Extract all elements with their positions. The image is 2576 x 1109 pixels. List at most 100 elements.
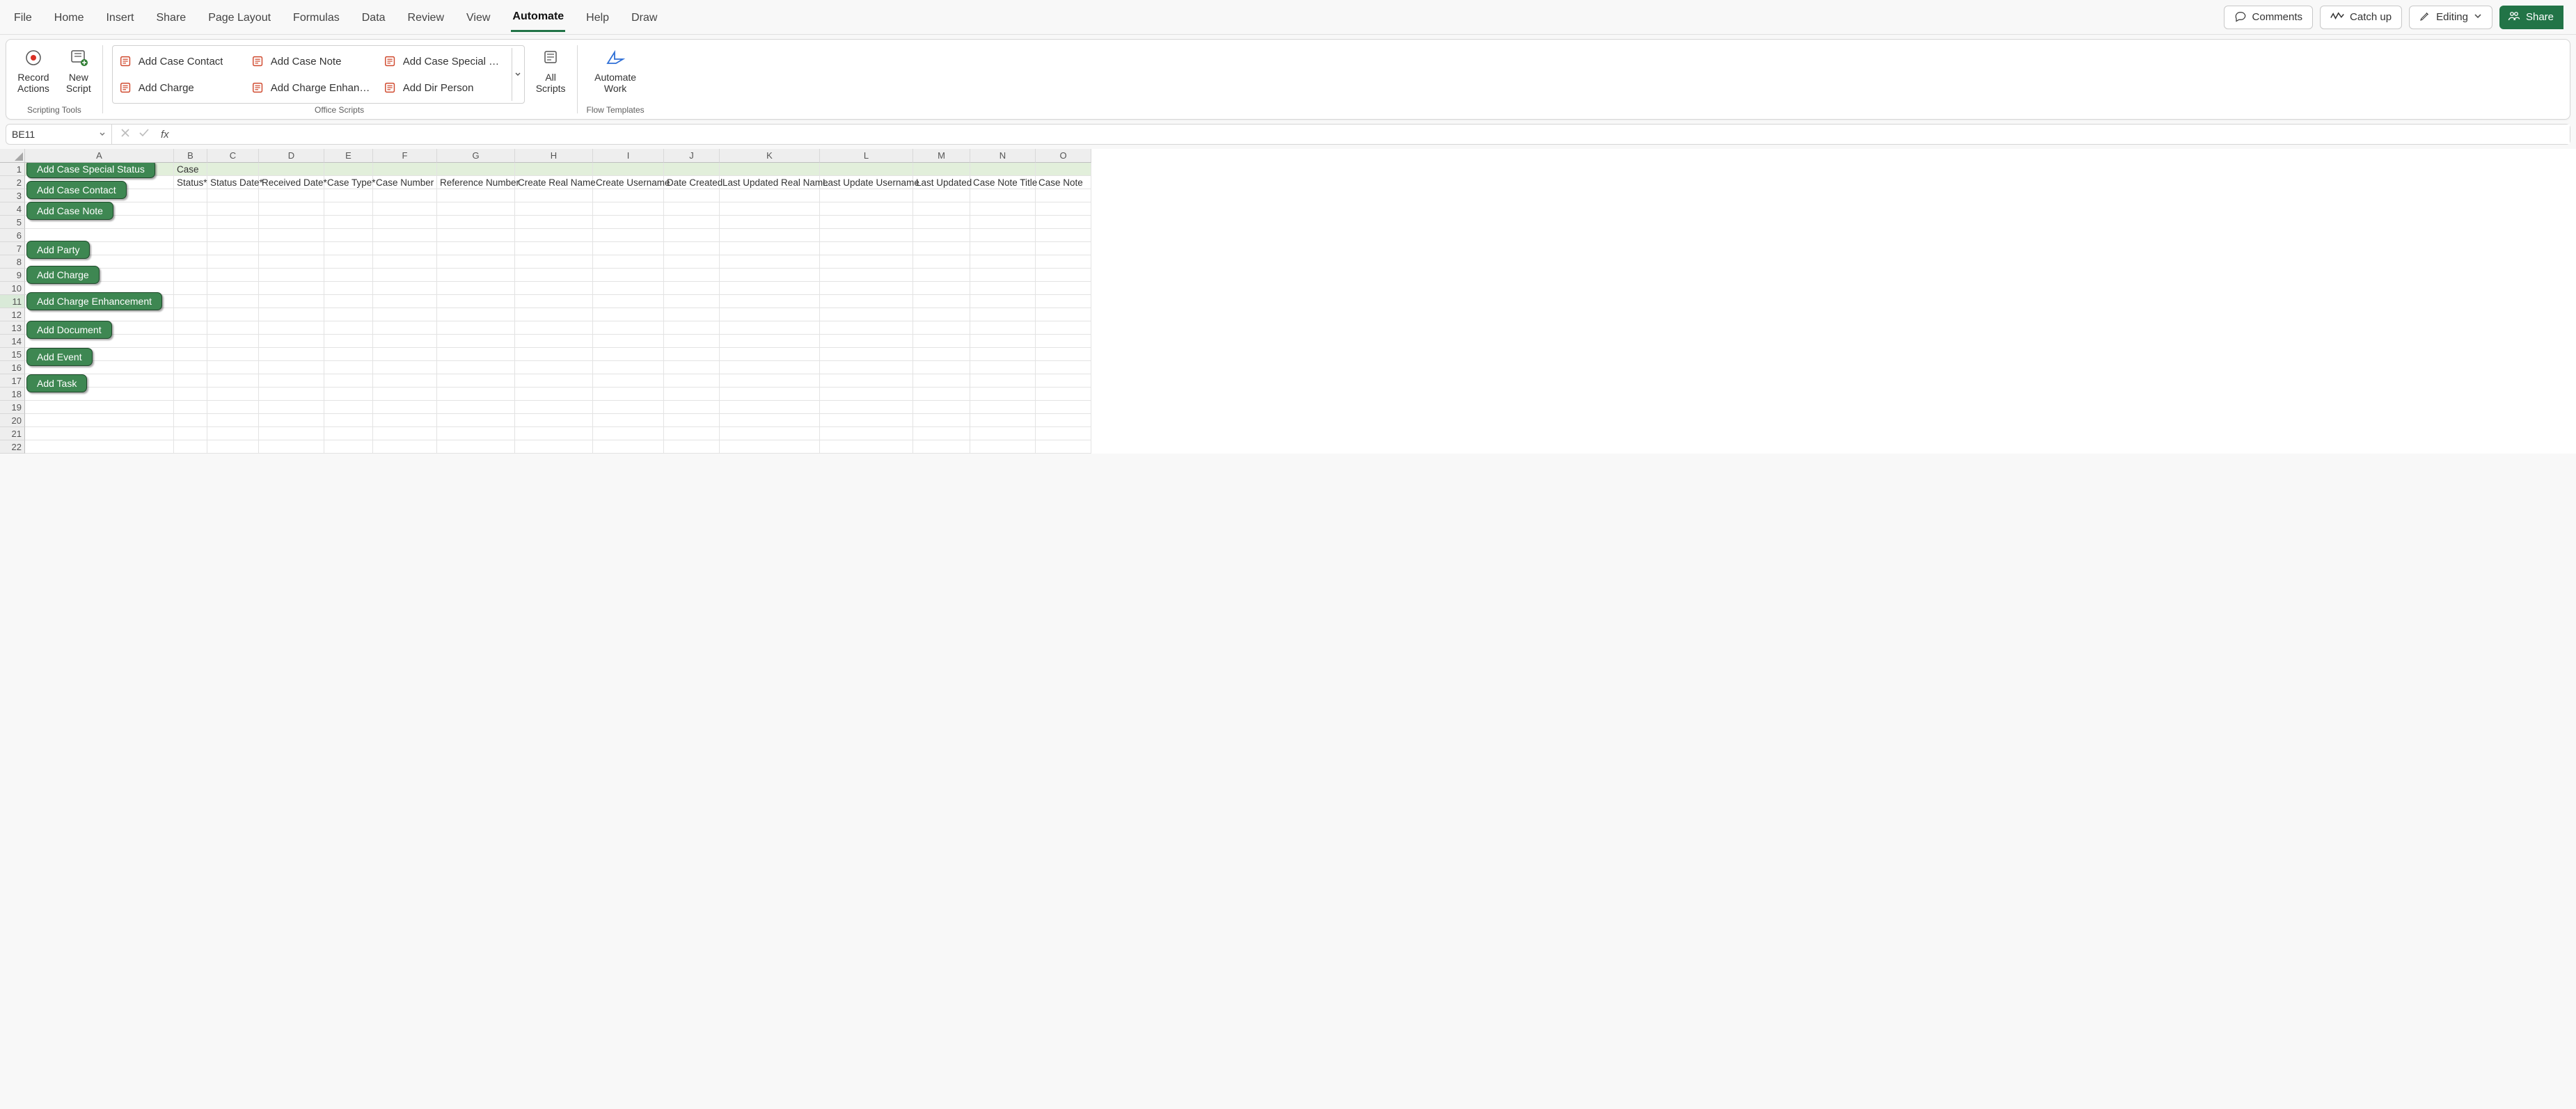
cell-I2[interactable]: Create Username	[593, 176, 664, 189]
tab-insert[interactable]: Insert	[104, 3, 135, 31]
tab-file[interactable]: File	[13, 3, 33, 31]
cell-K1[interactable]	[720, 163, 820, 176]
macro-button-add-charge[interactable]: Add Charge	[26, 266, 100, 284]
cell-J19[interactable]	[664, 401, 720, 414]
cell-C4[interactable]	[207, 202, 259, 216]
cell-O15[interactable]	[1036, 348, 1091, 361]
col-header-A[interactable]: A	[25, 149, 174, 163]
cell-N16[interactable]	[970, 361, 1036, 374]
cell-M20[interactable]	[913, 414, 970, 427]
cell-A21[interactable]	[25, 427, 174, 440]
cell-H19[interactable]	[515, 401, 593, 414]
cell-O6[interactable]	[1036, 229, 1091, 242]
row-header-20[interactable]: 20	[0, 414, 25, 427]
tab-home[interactable]: Home	[53, 3, 86, 31]
cell-M6[interactable]	[913, 229, 970, 242]
cell-I3[interactable]	[593, 189, 664, 202]
cell-E19[interactable]	[324, 401, 373, 414]
cancel-icon[interactable]	[120, 128, 130, 141]
col-header-F[interactable]: F	[373, 149, 437, 163]
cell-H10[interactable]	[515, 282, 593, 295]
cell-G14[interactable]	[437, 335, 515, 348]
cell-D4[interactable]	[259, 202, 324, 216]
cell-K8[interactable]	[720, 255, 820, 269]
cell-H20[interactable]	[515, 414, 593, 427]
cell-F18[interactable]	[373, 388, 437, 401]
cell-I8[interactable]	[593, 255, 664, 269]
cell-C20[interactable]	[207, 414, 259, 427]
cell-E11[interactable]	[324, 295, 373, 308]
cell-D9[interactable]	[259, 269, 324, 282]
cell-M15[interactable]	[913, 348, 970, 361]
cell-G7[interactable]	[437, 242, 515, 255]
cell-B2[interactable]: Status*	[174, 176, 207, 189]
cell-O11[interactable]	[1036, 295, 1091, 308]
col-header-B[interactable]: B	[174, 149, 207, 163]
cell-J17[interactable]	[664, 374, 720, 388]
cell-G12[interactable]	[437, 308, 515, 321]
cell-I20[interactable]	[593, 414, 664, 427]
cell-D17[interactable]	[259, 374, 324, 388]
cell-K2[interactable]: Last Updated Real Name	[720, 176, 820, 189]
cell-B5[interactable]	[174, 216, 207, 229]
cell-B22[interactable]	[174, 440, 207, 454]
cell-F20[interactable]	[373, 414, 437, 427]
cell-C2[interactable]: Status Date*	[207, 176, 259, 189]
cell-O9[interactable]	[1036, 269, 1091, 282]
cell-N1[interactable]	[970, 163, 1036, 176]
select-all-corner[interactable]	[0, 149, 25, 163]
cell-G1[interactable]	[437, 163, 515, 176]
row-header-18[interactable]: 18	[0, 388, 25, 401]
macro-button-add-case-contact[interactable]: Add Case Contact	[26, 181, 127, 199]
cell-B7[interactable]	[174, 242, 207, 255]
macro-button-add-event[interactable]: Add Event	[26, 348, 93, 366]
cell-L21[interactable]	[820, 427, 913, 440]
cell-H6[interactable]	[515, 229, 593, 242]
cell-B20[interactable]	[174, 414, 207, 427]
cell-O8[interactable]	[1036, 255, 1091, 269]
gallery-expand-button[interactable]	[512, 48, 524, 101]
cell-K20[interactable]	[720, 414, 820, 427]
cell-C10[interactable]	[207, 282, 259, 295]
cell-N12[interactable]	[970, 308, 1036, 321]
cell-K12[interactable]	[720, 308, 820, 321]
cell-M12[interactable]	[913, 308, 970, 321]
cell-J11[interactable]	[664, 295, 720, 308]
cell-J18[interactable]	[664, 388, 720, 401]
cell-K4[interactable]	[720, 202, 820, 216]
cell-D11[interactable]	[259, 295, 324, 308]
macro-button-add-party[interactable]: Add Party	[26, 241, 90, 259]
cell-D5[interactable]	[259, 216, 324, 229]
fx-icon[interactable]: fx	[161, 129, 169, 141]
cell-K5[interactable]	[720, 216, 820, 229]
row-header-6[interactable]: 6	[0, 229, 25, 242]
cell-G15[interactable]	[437, 348, 515, 361]
cell-D6[interactable]	[259, 229, 324, 242]
cell-D14[interactable]	[259, 335, 324, 348]
cell-H12[interactable]	[515, 308, 593, 321]
cell-D2[interactable]: Received Date*	[259, 176, 324, 189]
cell-E1[interactable]	[324, 163, 373, 176]
cell-G3[interactable]	[437, 189, 515, 202]
cell-L20[interactable]	[820, 414, 913, 427]
cell-B13[interactable]	[174, 321, 207, 335]
cell-D8[interactable]	[259, 255, 324, 269]
cell-K14[interactable]	[720, 335, 820, 348]
cell-I14[interactable]	[593, 335, 664, 348]
cell-O18[interactable]	[1036, 388, 1091, 401]
cell-I1[interactable]	[593, 163, 664, 176]
cell-J1[interactable]	[664, 163, 720, 176]
cell-L9[interactable]	[820, 269, 913, 282]
cell-E22[interactable]	[324, 440, 373, 454]
cell-M1[interactable]	[913, 163, 970, 176]
col-header-D[interactable]: D	[259, 149, 324, 163]
cell-J13[interactable]	[664, 321, 720, 335]
cell-E14[interactable]	[324, 335, 373, 348]
cell-C8[interactable]	[207, 255, 259, 269]
cell-I21[interactable]	[593, 427, 664, 440]
cell-D3[interactable]	[259, 189, 324, 202]
cell-B19[interactable]	[174, 401, 207, 414]
cell-N19[interactable]	[970, 401, 1036, 414]
cell-B10[interactable]	[174, 282, 207, 295]
cell-M3[interactable]	[913, 189, 970, 202]
